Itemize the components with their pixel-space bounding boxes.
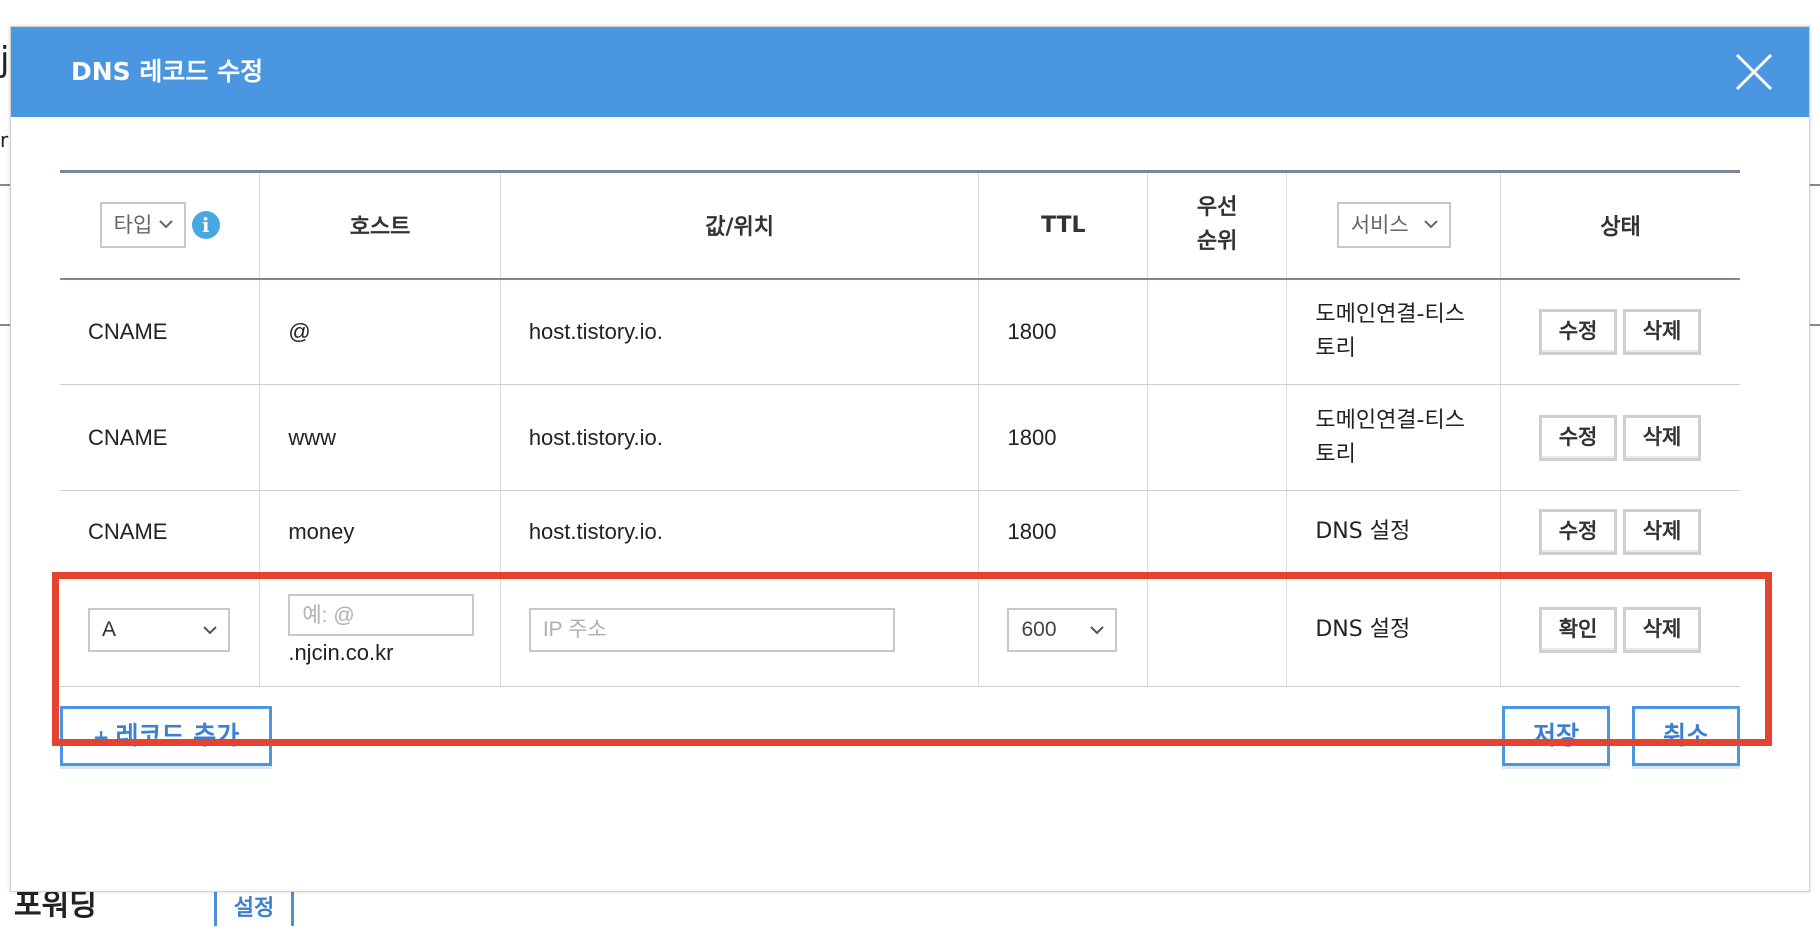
record-actions: 수정 삭제 [1500, 384, 1740, 491]
record-actions: 수정 삭제 [1500, 490, 1740, 573]
header-ttl: TTL [978, 171, 1148, 279]
edit-button[interactable]: 수정 [1539, 308, 1618, 355]
host-input[interactable]: 예: @ [288, 593, 475, 636]
cancel-button[interactable]: 취소 [1632, 706, 1740, 766]
header-value: 값/위치 [499, 171, 979, 279]
record-type-value: A [102, 617, 117, 641]
service-filter-label: 서비스 [1350, 213, 1409, 238]
record-type: CNAME [60, 384, 260, 491]
delete-button[interactable]: 삭제 [1623, 308, 1702, 355]
background-page-fragment: r [0, 128, 9, 152]
header-priority-label: 우선 순위 [1197, 191, 1237, 259]
modal-header: DNS 레코드 수정 [11, 27, 1809, 117]
edit-button[interactable]: 수정 [1539, 414, 1618, 461]
background-divider [0, 324, 10, 326]
record-host: money [259, 490, 501, 573]
record-value: host.tistory.io. [499, 490, 979, 573]
new-record-actions: 확인 삭제 [1500, 572, 1740, 687]
table-row: CNAME money host.tistory.io. 1800 DNS 설정… [60, 490, 1740, 573]
type-filter-select[interactable]: 타입 [99, 202, 186, 249]
new-record-service: DNS 설정 [1286, 572, 1501, 687]
background-divider [1810, 184, 1820, 186]
service-filter-select[interactable]: 서비스 [1336, 202, 1451, 249]
new-record-host-cell: 예: @ .njcin.co.kr [259, 572, 501, 687]
ip-address-input[interactable]: IP 주소 [528, 607, 895, 652]
record-type-select[interactable]: A [88, 607, 230, 652]
header-service: 서비스 [1286, 171, 1501, 279]
record-service-line2: 토리 [1315, 441, 1356, 467]
header-status: 상태 [1500, 171, 1740, 279]
host-placeholder: 예: @ [302, 603, 355, 627]
record-ttl: 1800 [978, 278, 1148, 385]
delete-button[interactable]: 삭제 [1623, 414, 1702, 461]
info-icon[interactable]: i [191, 211, 220, 240]
record-value: host.tistory.io. [499, 384, 979, 491]
modal-title: DNS 레코드 수정 [71, 57, 264, 86]
record-host: @ [259, 278, 501, 385]
ttl-select[interactable]: 600 [1007, 607, 1118, 652]
type-filter-label: 타입 [113, 213, 153, 238]
delete-button[interactable]: 삭제 [1623, 508, 1702, 555]
header-priority: 우선 순위 [1146, 171, 1287, 279]
header-priority-line2: 순위 [1196, 229, 1238, 255]
background-divider [0, 184, 10, 186]
confirm-button[interactable]: 확인 [1539, 606, 1618, 653]
add-record-label: 레코드 추가 [115, 721, 240, 750]
new-record-type-cell: A [60, 572, 260, 687]
new-record-value-cell: IP 주소 [499, 572, 979, 687]
table-row: CNAME www host.tistory.io. 1800 도메인연결-티스… [60, 384, 1740, 491]
background-divider [1810, 324, 1820, 326]
edit-button[interactable]: 수정 [1539, 508, 1618, 555]
domain-suffix: .njcin.co.kr [288, 639, 394, 665]
table-row: CNAME @ host.tistory.io. 1800 도메인연결-티스 토… [60, 278, 1740, 385]
record-service-line1: 도메인연결-티스 [1315, 407, 1465, 433]
record-service-line2: 토리 [1315, 335, 1356, 361]
record-priority [1146, 384, 1287, 491]
chevron-down-icon [1090, 625, 1105, 634]
forwarding-setting-button[interactable]: 설정 [214, 886, 294, 926]
record-service: 도메인연결-티스 토리 [1286, 384, 1501, 491]
dns-record-table: 타입 i 호스트 값/위치 TTL 우선 순위 서비스 상태 CNAME @ h… [60, 170, 1740, 687]
ttl-value: 600 [1021, 617, 1057, 641]
record-service-line1: 도메인연결-티스 [1315, 301, 1465, 327]
table-header-row: 타입 i 호스트 값/위치 TTL 우선 순위 서비스 상태 [60, 171, 1740, 279]
record-service: 도메인연결-티스 토리 [1286, 278, 1501, 385]
add-record-button[interactable]: + 레코드 추가 [60, 706, 272, 766]
ip-placeholder: IP 주소 [542, 617, 607, 641]
record-value: host.tistory.io. [499, 278, 979, 385]
header-type: 타입 i [60, 172, 260, 279]
record-type: CNAME [60, 278, 260, 385]
new-record-row: A 예: @ .njcin.co.kr IP 주소 600 DNS 설정 확인 … [60, 572, 1740, 687]
save-button[interactable]: 저장 [1502, 706, 1610, 766]
record-type: CNAME [60, 490, 260, 573]
new-record-ttl-cell: 600 [978, 572, 1148, 687]
close-icon[interactable] [1731, 49, 1777, 95]
chevron-down-icon [1424, 220, 1438, 229]
chevron-down-icon [203, 625, 217, 634]
plus-icon: + [92, 725, 110, 749]
chevron-down-icon [158, 220, 173, 229]
record-priority [1146, 278, 1287, 385]
forwarding-label: 포워딩 [14, 889, 97, 922]
record-host: www [259, 384, 501, 491]
header-host: 호스트 [259, 171, 501, 279]
delete-button[interactable]: 삭제 [1623, 606, 1702, 653]
header-priority-line1: 우선 [1196, 195, 1238, 221]
record-ttl: 1800 [978, 384, 1148, 491]
record-ttl: 1800 [978, 490, 1148, 573]
record-priority [1146, 490, 1287, 573]
record-service: DNS 설정 [1286, 490, 1501, 573]
new-record-priority-cell [1146, 572, 1287, 687]
record-actions: 수정 삭제 [1500, 278, 1740, 385]
background-page-fragment: j [0, 40, 10, 80]
